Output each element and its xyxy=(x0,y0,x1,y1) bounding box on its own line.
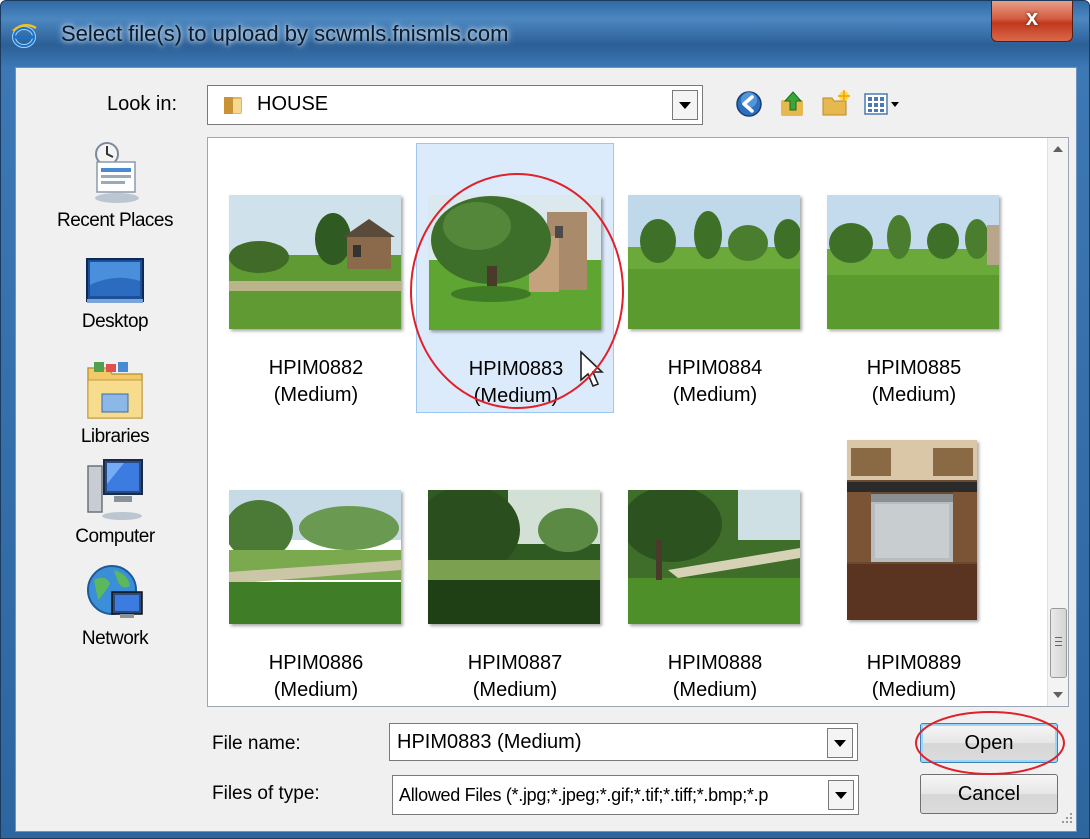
new-folder-icon[interactable] xyxy=(820,88,852,120)
scrollbar-thumb[interactable] xyxy=(1050,608,1067,678)
place-network[interactable]: Network xyxy=(40,560,190,650)
title-bar[interactable]: Select file(s) to upload by scwmls.fnism… xyxy=(1,1,1089,65)
close-icon: x xyxy=(1025,5,1039,30)
image-thumbnail xyxy=(429,196,601,330)
chevron-down-icon[interactable] xyxy=(672,90,698,120)
look-in-value: HOUSE xyxy=(257,93,329,115)
place-label: Desktop xyxy=(81,311,149,332)
desktop-icon xyxy=(86,258,144,303)
file-name-input[interactable]: HPIM0883 (Medium) xyxy=(389,723,858,761)
back-icon[interactable] xyxy=(733,88,765,120)
cancel-button[interactable]: Cancel xyxy=(920,774,1058,814)
network-icon xyxy=(87,565,143,618)
file-name-label: HPIM0888 (Medium) xyxy=(667,652,763,701)
place-recent-places[interactable]: Recent Places xyxy=(40,140,190,232)
image-thumbnail xyxy=(229,195,401,329)
up-folder-icon[interactable] xyxy=(777,88,809,120)
place-desktop[interactable]: Desktop xyxy=(40,255,190,333)
file-item-hpim0886[interactable]: HPIM0886 (Medium) xyxy=(217,438,415,706)
file-item-hpim0884[interactable]: HPIM0884 (Medium) xyxy=(616,143,814,411)
open-button[interactable]: Open xyxy=(920,723,1058,763)
file-item-hpim0888[interactable]: HPIM0888 (Medium) xyxy=(616,438,814,706)
image-thumbnail xyxy=(628,490,800,624)
scroll-down-icon[interactable] xyxy=(1048,684,1068,706)
file-name-label: HPIM0887 (Medium) xyxy=(467,652,563,701)
file-item-hpim0882[interactable]: HPIM0882 (Medium) xyxy=(217,143,415,411)
look-in-dropdown[interactable]: HOUSE xyxy=(207,85,703,125)
resize-grip-icon[interactable] xyxy=(1058,809,1074,825)
internet-explorer-icon xyxy=(12,23,37,48)
place-libraries[interactable]: Libraries xyxy=(40,358,190,448)
file-name-label: HPIM0889 (Medium) xyxy=(866,652,962,701)
recent-places-icon xyxy=(95,142,139,203)
place-label: Network xyxy=(81,628,149,649)
file-item-hpim0887[interactable]: HPIM0887 (Medium) xyxy=(416,438,614,706)
dialog-title: Select file(s) to upload by scwmls.fnism… xyxy=(61,21,509,46)
file-item-hpim0883[interactable]: HPIM0883 (Medium) xyxy=(416,143,614,413)
vertical-scrollbar[interactable] xyxy=(1047,138,1068,706)
file-name-label: HPIM0886 (Medium) xyxy=(268,652,364,701)
look-in-label: Look in: xyxy=(107,93,178,115)
file-type-label: Files of type: xyxy=(212,783,320,804)
file-list-view[interactable]: HPIM0882 (Medium) HPIM0883 (Medium) HPIM… xyxy=(207,137,1069,707)
computer-icon xyxy=(87,459,143,520)
image-thumbnail xyxy=(229,490,401,624)
file-type-select[interactable]: Allowed Files (*.jpg;*.jpeg;*.gif;*.tif;… xyxy=(392,775,859,815)
image-thumbnail xyxy=(428,490,600,624)
place-computer[interactable]: Computer xyxy=(40,458,190,548)
close-button[interactable]: x xyxy=(991,1,1073,42)
file-name-label: HPIM0883 (Medium) xyxy=(468,358,564,407)
place-label: Recent Places xyxy=(56,210,174,231)
image-thumbnail xyxy=(847,440,977,620)
folder-icon xyxy=(224,97,242,114)
place-label: Computer xyxy=(75,526,155,547)
file-name-label: HPIM0884 (Medium) xyxy=(667,357,763,406)
image-thumbnail xyxy=(628,195,800,329)
view-menu-icon[interactable] xyxy=(862,88,902,120)
chevron-down-icon[interactable] xyxy=(828,780,854,810)
places-bar: Recent Places Desktop Libraries Computer… xyxy=(40,140,190,710)
scroll-up-icon[interactable] xyxy=(1048,138,1068,160)
file-name-label: File name: xyxy=(212,733,301,754)
file-item-hpim0885[interactable]: HPIM0885 (Medium) xyxy=(815,143,1013,411)
libraries-icon xyxy=(87,362,143,419)
place-label: Libraries xyxy=(80,426,150,447)
file-name-label: HPIM0885 (Medium) xyxy=(866,357,962,406)
file-type-value: Allowed Files (*.jpg;*.jpeg;*.gif;*.tif;… xyxy=(399,785,769,805)
file-name-value: HPIM0883 (Medium) xyxy=(397,731,582,753)
file-item-hpim0889[interactable]: HPIM0889 (Medium) xyxy=(815,438,1013,706)
file-name-label: HPIM0882 (Medium) xyxy=(268,357,364,406)
image-thumbnail xyxy=(827,195,999,329)
chevron-down-icon[interactable] xyxy=(827,728,853,758)
